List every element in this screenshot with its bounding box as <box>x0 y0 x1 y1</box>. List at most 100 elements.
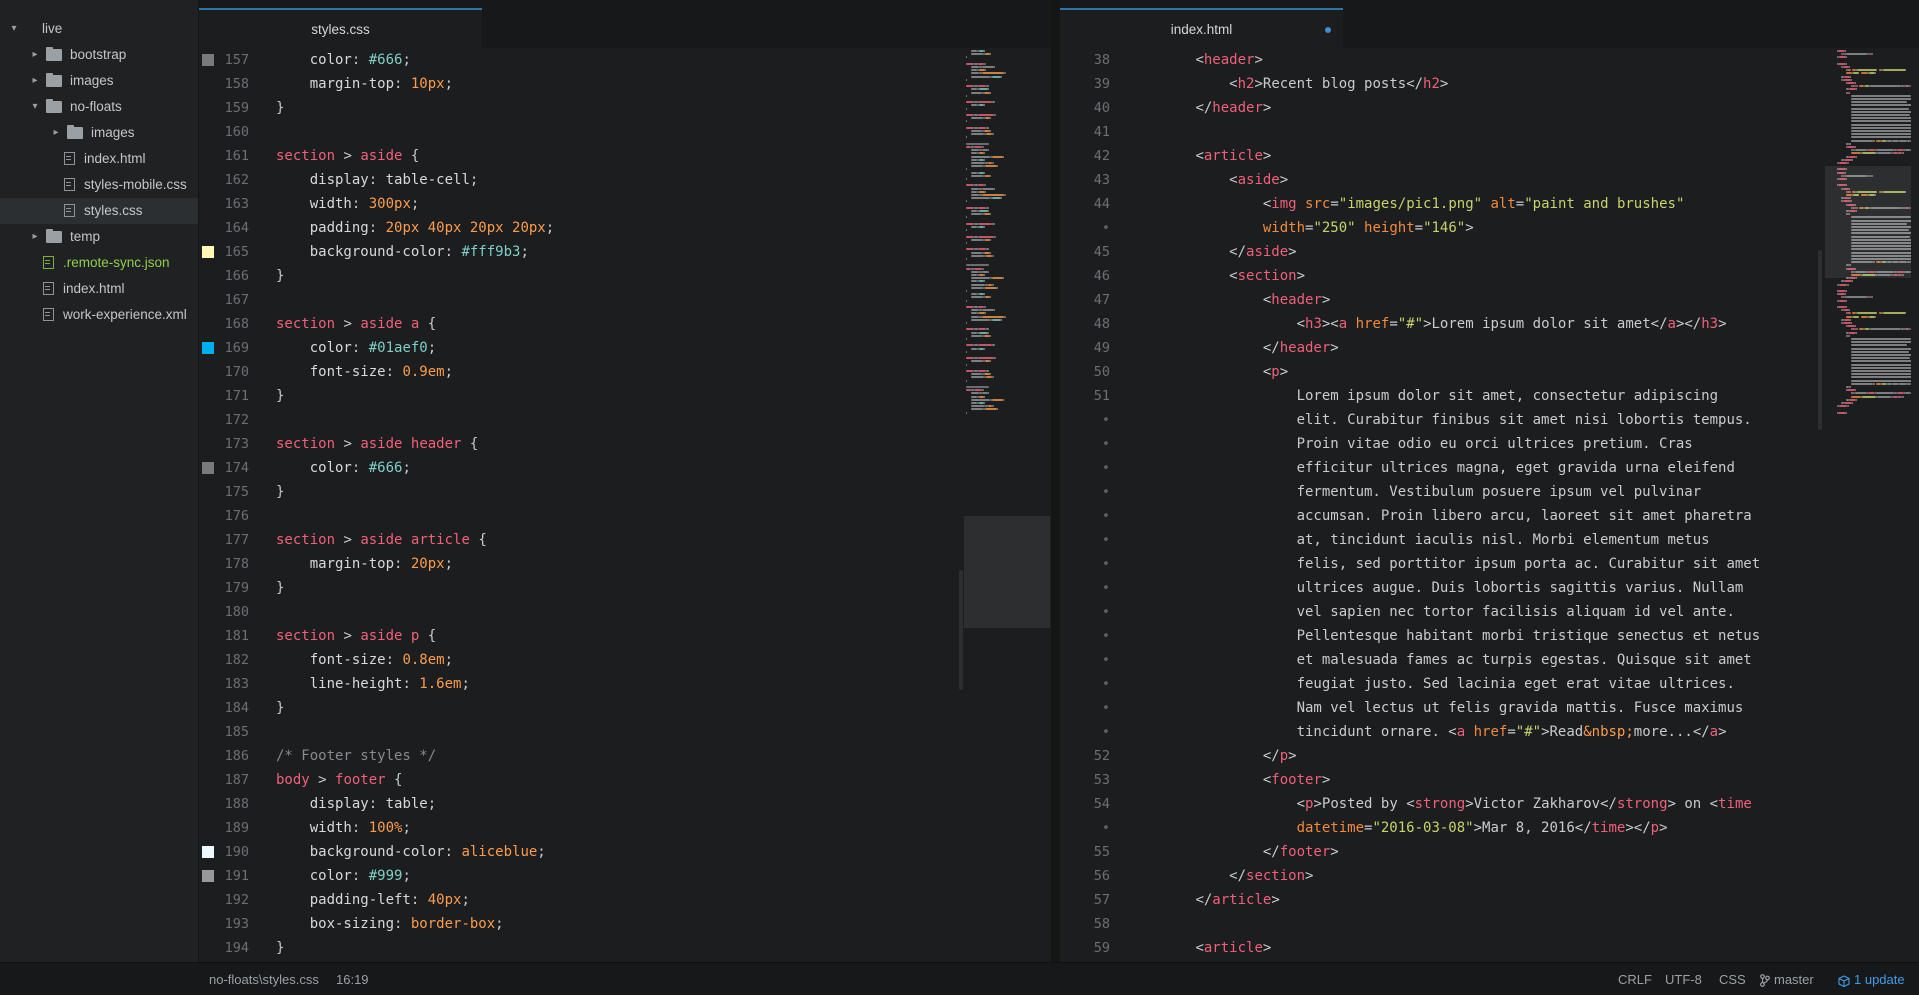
status-cursor-position[interactable]: 16:19 <box>336 963 369 995</box>
minimap-line <box>966 248 975 251</box>
minimap-line <box>1848 66 1850 68</box>
code-token: } <box>276 484 285 500</box>
status-update[interactable]: 1 update <box>1838 963 1905 995</box>
line-number: 49 <box>1093 340 1110 356</box>
code-token: { <box>419 628 437 644</box>
tree-item-styles-mobile-css[interactable]: styles-mobile.css <box>0 172 198 198</box>
code-token: : <box>402 676 420 692</box>
minimap[interactable] <box>964 48 1050 908</box>
code-token: } <box>276 388 285 404</box>
chevron-down-icon[interactable]: ▾ <box>8 16 20 42</box>
minimap-line <box>978 85 987 88</box>
code-text: <footer> <box>1128 768 1330 792</box>
code-text: fermentum. Vestibulum posuere ipsum vel … <box>1128 480 1702 504</box>
status-encoding[interactable]: UTF-8 <box>1665 963 1702 995</box>
minimap-viewport[interactable] <box>964 516 1050 628</box>
tree-item-images[interactable]: ▸ images <box>0 120 198 146</box>
minimap-line <box>1839 283 1848 286</box>
code-line: 167 <box>199 288 1051 312</box>
code-text: <aside> <box>1128 168 1288 192</box>
minimap-line <box>1883 69 1907 72</box>
minimap-line <box>970 318 990 321</box>
line-number: 192 <box>224 892 249 908</box>
minimap-line <box>993 309 995 312</box>
status-file-path[interactable]: no-floats\styles.css <box>209 963 319 995</box>
code-text: /* Footer styles */ <box>276 744 436 768</box>
minimap-line <box>966 370 975 372</box>
tree-item-index-html[interactable]: index.html <box>0 276 198 302</box>
minimap-line <box>1842 309 1849 312</box>
minimap-line <box>981 146 984 148</box>
line-number: 59 <box>1093 940 1110 956</box>
code-line: • elit. Curabitur finibus sit amet nisi … <box>1060 408 1919 432</box>
tree-item-images[interactable]: ▸ images <box>0 68 198 94</box>
line-number: • <box>1101 676 1110 692</box>
scrollbar-thumb[interactable] <box>959 570 963 690</box>
code-editor-html[interactable]: 38 <header> 39 <h2>Recent blog posts</h2>… <box>1060 48 1919 962</box>
code-line: • Nam vel lectus ut felis gravida mattis… <box>1060 696 1919 720</box>
pane-divider[interactable] <box>1051 0 1060 962</box>
minimap-line <box>970 75 990 78</box>
code-token: "250" <box>1313 220 1356 236</box>
tree-item-bootstrap[interactable]: ▸ bootstrap <box>0 42 198 68</box>
status-line-ending[interactable]: CRLF <box>1618 963 1652 995</box>
tree-item-styles-css[interactable]: styles.css <box>0 198 198 224</box>
minimap[interactable] <box>1825 48 1911 908</box>
code-token: < <box>1296 796 1306 812</box>
minimap-line <box>1876 392 1895 395</box>
tree-item-work-experience-xml[interactable]: work-experience.xml <box>0 302 198 328</box>
tree-item-label: index.html <box>84 151 146 166</box>
chevron-right-icon[interactable]: ▸ <box>29 68 41 94</box>
code-token: : <box>368 796 386 812</box>
minimap-line <box>978 126 987 129</box>
tree-item-no-floats[interactable]: ▾ no-floats <box>0 94 198 120</box>
chevron-right-icon[interactable]: ▸ <box>29 42 41 68</box>
tree-item-temp[interactable]: ▸ temp <box>0 224 198 250</box>
code-line: • efficitur ultrices magna, eget gravida… <box>1060 456 1919 480</box>
code-token: width <box>309 196 352 212</box>
minimap-line <box>1843 158 1853 161</box>
minimap-line <box>1847 325 1855 328</box>
minimap-line <box>970 226 977 228</box>
minimap-line <box>979 210 988 212</box>
status-git-branch[interactable]: master <box>1760 963 1814 995</box>
minimap-line <box>993 187 995 190</box>
minimap-line <box>966 142 989 145</box>
tab-styles-css[interactable]: styles.css <box>199 8 482 48</box>
code-token: </ <box>1195 100 1213 116</box>
status-grammar[interactable]: CSS <box>1719 963 1746 995</box>
code-token: aside <box>360 148 403 164</box>
chevron-right-icon[interactable]: ▸ <box>29 224 41 250</box>
tab-index-html[interactable]: index.html <box>1060 8 1343 48</box>
folder-icon <box>46 99 62 113</box>
tree-item-live[interactable]: ▾ live <box>0 16 198 42</box>
code-editor-css[interactable]: 157 color: #666; 158 margin-top: 10px; 159… <box>199 48 1051 962</box>
code-token: background-color <box>309 244 445 260</box>
code-token: aside p <box>360 628 420 644</box>
minimap-line <box>970 360 983 363</box>
tree-item-index-html[interactable]: index.html <box>0 146 198 172</box>
code-line: • felis, sed porttitor ipsum porta ac. C… <box>1060 552 1919 576</box>
chevron-right-icon[interactable]: ▸ <box>50 120 62 146</box>
minimap-viewport[interactable] <box>1825 166 1911 278</box>
chevron-down-icon[interactable]: ▾ <box>29 94 41 120</box>
minimap-line <box>1870 85 1902 88</box>
minimap-line <box>992 376 994 379</box>
folder-icon <box>46 73 62 87</box>
minimap-line <box>1847 389 1855 392</box>
code-token: height <box>1364 220 1415 236</box>
minimap-line <box>1851 347 1911 350</box>
minimap-line <box>981 267 984 270</box>
minimap-line <box>987 88 989 91</box>
tab-label: styles.css <box>311 22 370 37</box>
code-text: } <box>276 480 284 504</box>
minimap-line <box>1851 126 1911 129</box>
tree-item-remote-sync-json[interactable]: .remote-sync.json <box>0 250 198 276</box>
scrollbar-thumb[interactable] <box>1818 250 1822 430</box>
minimap-line <box>984 171 986 174</box>
